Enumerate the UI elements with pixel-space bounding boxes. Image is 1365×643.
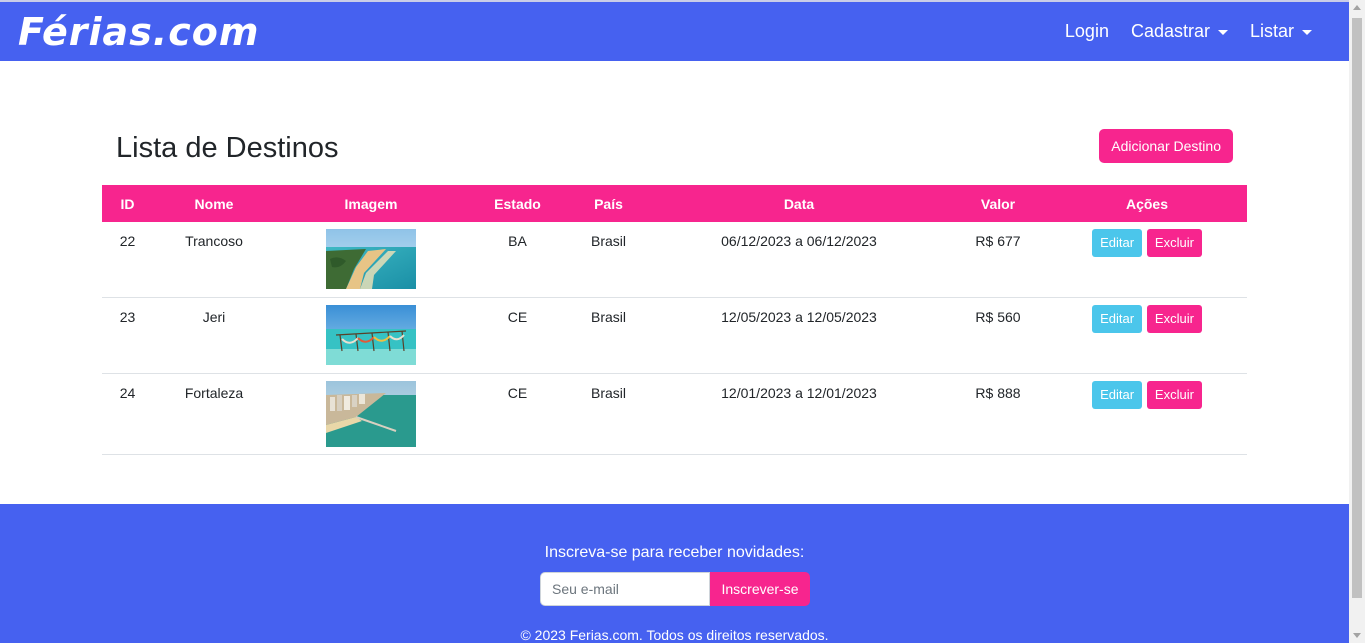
nav-listar-dropdown[interactable]: Listar (1239, 21, 1323, 42)
footer: Inscreva-se para receber novidades: Insc… (0, 504, 1349, 643)
col-header-nome[interactable]: Nome (153, 185, 275, 222)
brand-logo[interactable]: Férias.com (18, 8, 259, 56)
scrollbar-thumb[interactable] (1352, 18, 1362, 598)
table-header-row: ID Nome Imagem Estado País Data Valor Aç… (102, 185, 1247, 222)
navbar: Férias.com Login Cadastrar Listar (0, 0, 1349, 61)
col-header-valor[interactable]: Valor (949, 185, 1047, 222)
cell-data: 12/01/2023 a 12/01/2023 (721, 384, 877, 401)
cell-estado: BA (508, 233, 527, 249)
destination-image-trancoso[interactable] (326, 229, 416, 289)
edit-button[interactable]: Editar (1092, 380, 1143, 409)
col-header-acoes: Ações (1125, 195, 1169, 212)
cell-valor: R$ 677 (975, 233, 1021, 249)
cell-id: 22 (119, 233, 136, 249)
cell-estado: CE (507, 308, 528, 325)
page: Férias.com Login Cadastrar Listar Lista … (0, 0, 1365, 643)
delete-button[interactable]: Excluir (1146, 380, 1202, 409)
table-row: 24 Fortaleza CE Brasil 12/01/2023 a 12/0… (102, 373, 1247, 454)
cell-data: 06/12/2023 a 06/12/2023 (721, 233, 877, 249)
cell-pais: Brasil (590, 384, 626, 401)
scroll-up-arrow-icon[interactable] (1353, 5, 1361, 10)
page-scrollbar[interactable] (1349, 0, 1365, 643)
cell-nome: Fortaleza (184, 384, 244, 401)
cell-nome: Trancoso (185, 233, 243, 249)
add-destination-button[interactable]: Adicionar Destino (1099, 129, 1233, 163)
page-title: Lista de Destinos (116, 132, 339, 164)
subscribe-button[interactable]: Inscrever-se (710, 572, 810, 606)
heading-row: Lista de Destinos Adicionar Destino (102, 128, 1247, 168)
caret-down-icon (1302, 30, 1312, 35)
nav-login-label: Login (1064, 21, 1109, 41)
cell-pais: Brasil (590, 308, 626, 325)
newsletter-cta: Inscreva-se para receber novidades: (544, 544, 805, 561)
scroll-down-arrow-icon[interactable] (1353, 633, 1361, 638)
col-header-estado[interactable]: Estado (467, 185, 568, 222)
nav-cadastrar-dropdown[interactable]: Cadastrar (1120, 21, 1239, 42)
col-header-pais[interactable]: País (568, 185, 649, 222)
cell-acoes: Editar Excluir (1047, 297, 1247, 373)
cell-nome: Jeri (202, 308, 226, 325)
cell-id: 23 (119, 308, 136, 325)
destination-image-fortaleza[interactable] (326, 380, 416, 447)
cell-valor: R$ 560 (975, 308, 1021, 325)
cell-acoes: Editar Excluir (1047, 373, 1247, 454)
cell-imagem (275, 373, 467, 454)
col-header-id[interactable]: ID (102, 185, 153, 222)
nav-listar-label: Listar (1249, 21, 1294, 41)
cell-estado: CE (507, 384, 528, 401)
nav-cadastrar-label: Cadastrar (1130, 21, 1210, 41)
newsletter-form: Inscrever-se (540, 572, 810, 606)
table-row: 22 Trancoso BA Brasil 06/12/2023 a 06/12… (102, 222, 1247, 297)
caret-down-icon (1217, 30, 1228, 35)
cell-valor: R$ 888 (975, 384, 1021, 401)
cell-acoes: Editar Excluir (1047, 222, 1247, 297)
cell-pais: Brasil (590, 233, 626, 249)
cell-id: 24 (119, 384, 136, 401)
delete-button[interactable]: Excluir (1146, 229, 1202, 257)
delete-button[interactable]: Excluir (1146, 304, 1202, 333)
cell-data: 12/05/2023 a 12/05/2023 (721, 308, 877, 325)
col-header-imagem[interactable]: Imagem (275, 185, 467, 222)
edit-button[interactable]: Editar (1092, 229, 1143, 257)
nav-links: Login Cadastrar Listar (1054, 2, 1323, 61)
cell-imagem (275, 222, 467, 297)
destination-image-jeri[interactable] (326, 304, 416, 365)
cell-imagem (275, 297, 467, 373)
copyright-text: © 2023 Ferias.com. Todos os direitos res… (520, 627, 829, 643)
nav-login[interactable]: Login (1054, 21, 1120, 42)
table-row: 23 Jeri CE Brasil 12/05/2023 a 12/05/202… (102, 297, 1247, 373)
destinations-table: ID Nome Imagem Estado País Data Valor Aç… (102, 185, 1247, 455)
edit-button[interactable]: Editar (1092, 304, 1143, 333)
email-input[interactable] (540, 572, 710, 606)
col-header-data[interactable]: Data (649, 185, 949, 222)
